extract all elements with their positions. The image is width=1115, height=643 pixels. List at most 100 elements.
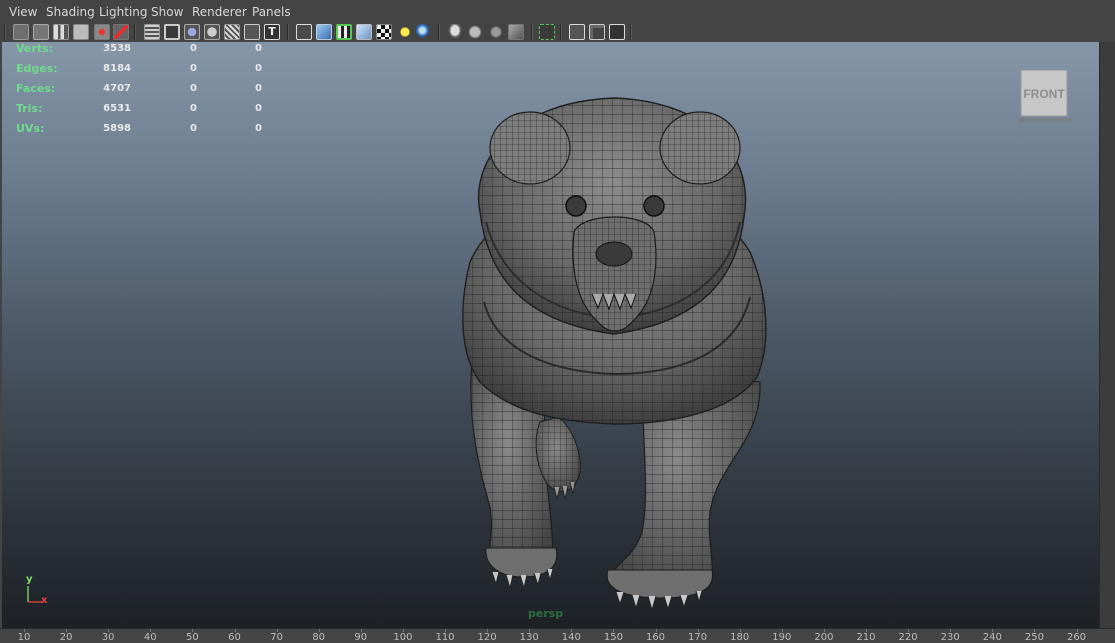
ruler-tick-mark — [992, 629, 994, 632]
wireframe-on-shaded-icon[interactable] — [336, 24, 352, 40]
ruler-tick-mark — [150, 629, 152, 632]
ruler-tick-label: 180 — [730, 632, 750, 643]
camera-lock-icon[interactable] — [33, 24, 49, 40]
xray-components-icon[interactable] — [609, 24, 625, 40]
ruler-tick-mark — [1076, 629, 1078, 632]
menu-view[interactable]: View — [9, 0, 37, 22]
viewport-3d[interactable]: Verts: 3538 0 0 Edges: 8184 0 0 Faces: 4… — [2, 42, 1099, 628]
ruler-tick-mark — [402, 629, 404, 632]
smooth-shade-icon[interactable] — [316, 24, 332, 40]
ruler-tick-mark — [613, 629, 615, 632]
ruler-tick-label: 160 — [645, 632, 666, 643]
text-label-icon[interactable]: T — [264, 24, 280, 40]
ruler-tick-label: 260 — [1066, 632, 1087, 643]
ruler-tick-label: 190 — [772, 632, 792, 643]
ruler-tick-label: 120 — [477, 632, 497, 643]
bookmarks-icon[interactable] — [53, 24, 69, 40]
ruler-tick-label: 210 — [856, 632, 876, 643]
toolbar-separator — [4, 24, 6, 40]
ruler-tick-mark — [108, 629, 110, 632]
ruler-tick-mark — [318, 629, 320, 632]
ruler-tick-mark — [655, 629, 657, 632]
ruler-tick-label: 200 — [814, 632, 834, 643]
viewport-menu-bar: View Shading Lighting Show Renderer Pane… — [0, 0, 1115, 22]
ruler-tick-label: 130 — [519, 632, 539, 643]
field-chart-icon[interactable] — [224, 24, 240, 40]
ruler-tick-label: 170 — [688, 632, 708, 643]
axis-x-label: x — [41, 595, 48, 606]
ruler-tick-label: 60 — [228, 632, 241, 643]
isolate-select-icon[interactable] — [539, 24, 555, 40]
grease-pencil-icon[interactable] — [94, 24, 110, 40]
time-slider-ruler[interactable]: 10 20 30 40 50 60 70 80 90 100 110 120 130 140 150 160 1… — [0, 628, 1115, 643]
menu-lighting[interactable]: Lighting — [99, 0, 148, 22]
gate-mask-icon[interactable] — [204, 24, 220, 40]
ruler-tick-mark — [739, 629, 741, 632]
ruler-tick-label: 20 — [59, 632, 73, 643]
ruler-tick-mark — [360, 629, 362, 632]
use-all-lights-icon[interactable] — [397, 24, 413, 40]
film-gate-icon[interactable] — [164, 24, 180, 40]
view-cube[interactable]: FRONT — [1016, 69, 1074, 122]
menu-panels[interactable]: Panels — [252, 0, 291, 22]
anti-aliasing-icon[interactable] — [488, 24, 504, 40]
bear-right-ear — [659, 111, 741, 185]
depth-of-field-icon[interactable] — [508, 24, 524, 40]
ruler-tick-label: 80 — [312, 632, 326, 643]
ruler-tick-label: 90 — [354, 632, 368, 643]
bear-mesh-model[interactable] — [2, 42, 1099, 628]
ruler-tick-label: 110 — [435, 632, 455, 643]
motion-blur-icon[interactable] — [467, 24, 483, 40]
toolbar-separator — [438, 24, 440, 40]
toolbar-separator — [287, 24, 289, 40]
ruler-tick-mark — [276, 629, 278, 632]
menu-show[interactable]: Show — [151, 0, 183, 22]
toolbar-separator — [531, 24, 533, 40]
ruler-tick-label: 240 — [982, 632, 1002, 643]
bear-right-eye — [643, 195, 665, 217]
ruler-tick-mark — [66, 629, 68, 632]
bear-left-paw — [485, 547, 558, 590]
ambient-occlusion-icon[interactable] — [447, 24, 463, 40]
xray-icon[interactable] — [569, 24, 585, 40]
ruler-tick-mark — [866, 629, 867, 632]
ruler-tick-mark — [781, 629, 783, 632]
safe-title-icon[interactable] — [244, 24, 260, 40]
ruler-tick-mark — [24, 629, 25, 632]
ruler-tick-label: 140 — [561, 632, 581, 643]
ruler-tick-mark — [908, 629, 910, 632]
textured-icon[interactable] — [376, 24, 392, 40]
ruler-tick-label: 70 — [270, 632, 283, 643]
ruler-tick-label: 250 — [1024, 632, 1044, 643]
bear-right-paw — [606, 569, 713, 612]
xray-joints-icon[interactable] — [589, 24, 605, 40]
resolution-gate-icon[interactable] — [184, 24, 200, 40]
toolbar-separator — [560, 24, 562, 40]
axis-y-label: y — [26, 574, 33, 585]
ruler-tick-mark — [234, 629, 236, 632]
ruler-tick-mark — [529, 629, 531, 632]
ruler-tick-label: 230 — [940, 632, 960, 643]
view-cube-label: FRONT — [1023, 87, 1065, 101]
shadows-icon[interactable] — [416, 24, 432, 40]
camera-select-icon[interactable] — [13, 24, 29, 40]
grid-icon[interactable] — [144, 24, 160, 40]
wireframe-icon[interactable] — [296, 24, 312, 40]
ruler-tick-mark — [950, 629, 952, 632]
toolbar-separator — [134, 24, 136, 40]
ruler-tick-mark — [487, 629, 489, 632]
ruler-tick-label: 220 — [898, 632, 918, 643]
axis-indicator: y x — [24, 574, 54, 610]
ruler-tick-label: 150 — [603, 632, 623, 643]
bear-left-ear — [489, 111, 571, 185]
menu-renderer[interactable]: Renderer — [192, 0, 247, 22]
camera-name-label: persp — [528, 607, 564, 620]
ruler-tick-mark — [571, 629, 573, 632]
panel-toolbar: T — [0, 22, 1115, 42]
2d-pan-zoom-icon[interactable] — [113, 24, 129, 40]
right-panel-edge — [1099, 42, 1115, 628]
menu-shading[interactable]: Shading — [46, 0, 95, 22]
default-material-icon[interactable] — [356, 24, 372, 40]
bear-left-eye — [565, 195, 587, 217]
image-plane-icon[interactable] — [73, 24, 89, 40]
